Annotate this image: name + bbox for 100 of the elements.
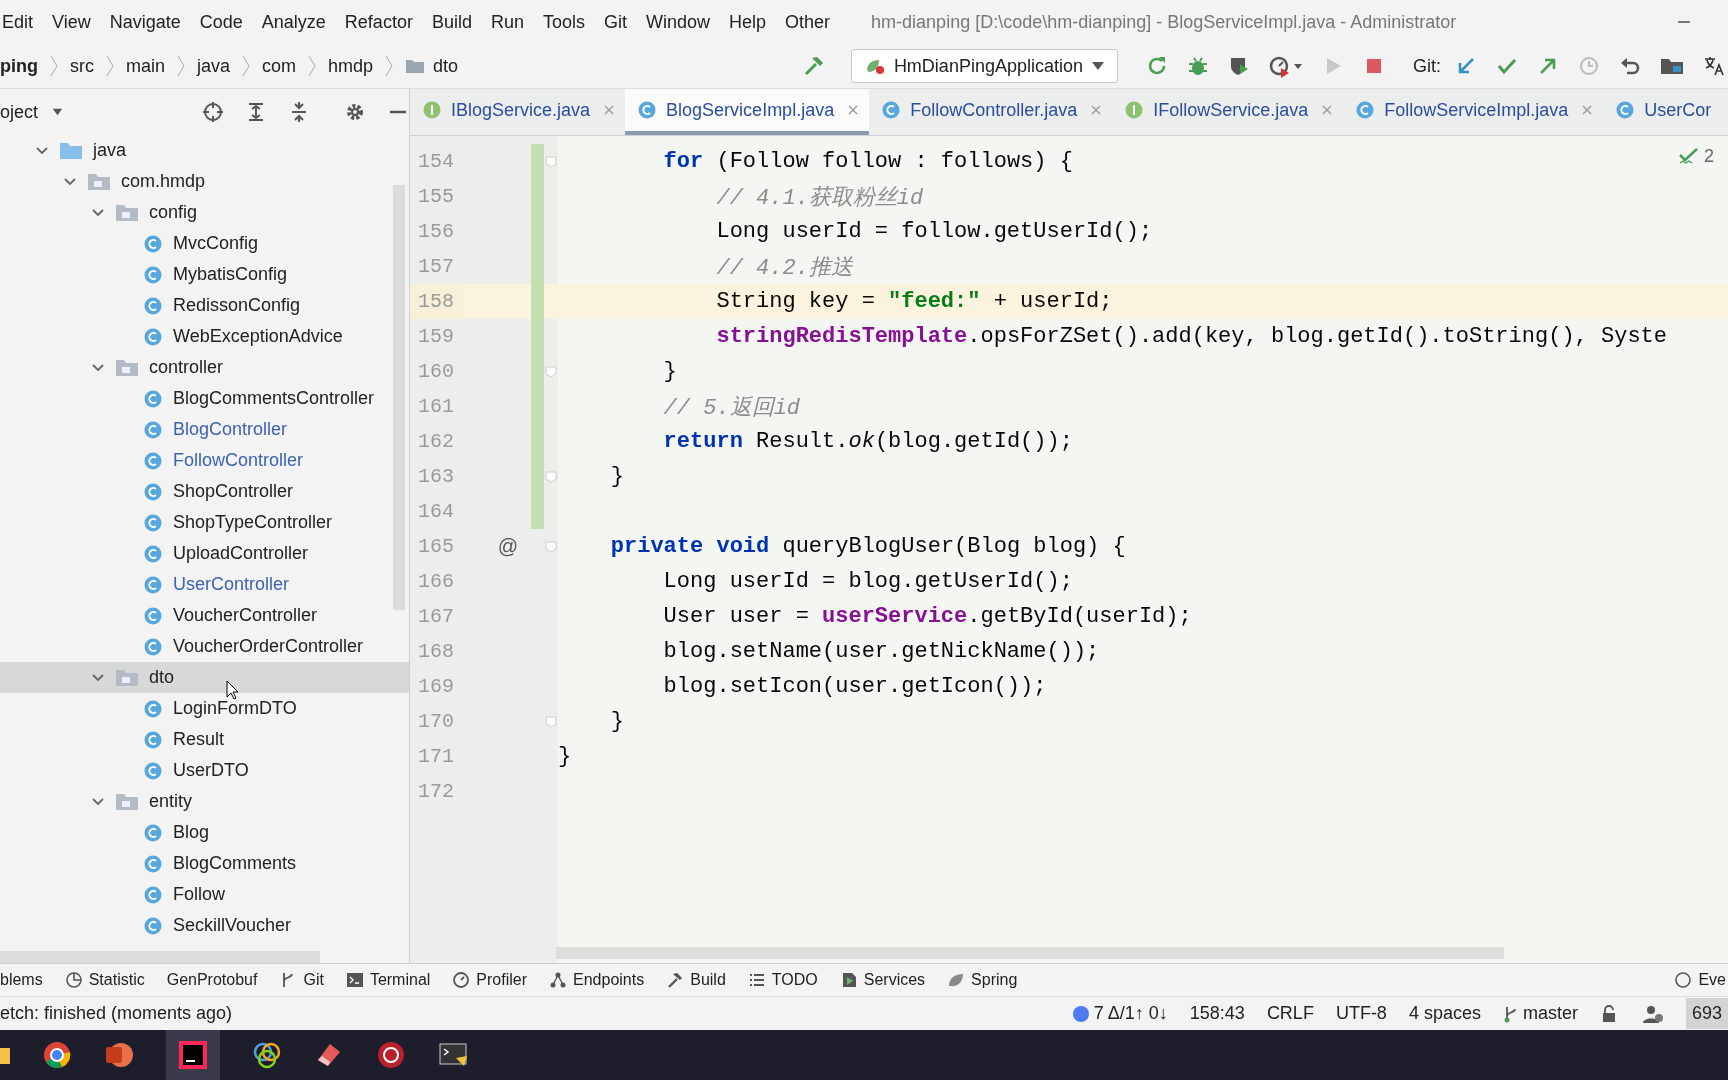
scrollbar[interactable] [556, 947, 1504, 959]
tool-window-button[interactable]: TODO [747, 971, 818, 989]
menu-item[interactable]: View [52, 11, 91, 33]
tree-item[interactable]: dto [0, 662, 409, 693]
close-icon[interactable] [847, 104, 860, 116]
gutter-marker[interactable]: @ [497, 535, 518, 558]
git-branch[interactable]: master [1502, 1003, 1578, 1024]
hammer-icon [666, 971, 685, 989]
editor-tab[interactable]: IBlogService.java [410, 89, 626, 135]
tree-item[interactable]: VoucherController [0, 600, 409, 631]
tree-item[interactable]: MybatisConfig [0, 259, 409, 290]
tree-item[interactable]: java [0, 135, 409, 166]
menu-item[interactable]: Tools [542, 11, 585, 33]
tool-window-button[interactable]: Services [839, 971, 926, 989]
settings-icon[interactable] [344, 101, 366, 123]
tool-window-button[interactable]: Statistic [64, 971, 145, 989]
dropdown-caret-icon[interactable] [52, 107, 63, 117]
rings-app-icon[interactable] [252, 1040, 282, 1070]
tree-item[interactable]: ShopTypeController [0, 507, 409, 538]
gauge-icon[interactable] [1268, 54, 1304, 78]
menu-item[interactable]: Help [729, 11, 767, 33]
breadcrumb[interactable]: java [197, 55, 231, 77]
breadcrumb[interactable]: ping [0, 55, 38, 77]
menu-item[interactable]: Other [785, 11, 831, 33]
menu-item[interactable]: Build [431, 11, 472, 33]
inspection-widget[interactable]: 2 [1678, 146, 1714, 167]
menu-item[interactable]: Git [604, 11, 627, 33]
menu-item[interactable]: Analyze [261, 11, 326, 33]
ide-app-icon[interactable] [178, 1040, 208, 1070]
crosshair-icon[interactable] [202, 101, 224, 123]
tree-item[interactable]: MvcConfig [0, 228, 409, 259]
tree-item[interactable]: LoginFormDTO [0, 693, 409, 724]
tree-item[interactable]: BlogCommentsController [0, 383, 409, 414]
class-icon [143, 264, 163, 285]
breadcrumb[interactable]: main [126, 55, 165, 77]
tool-window-button[interactable]: Profiler [452, 971, 528, 989]
tree-item[interactable]: RedissonConfig [0, 290, 409, 321]
editor-tab[interactable]: IFollowService.java [1112, 89, 1344, 135]
tree-item[interactable]: UserController [0, 569, 409, 600]
close-icon[interactable] [1321, 104, 1334, 116]
change-marker[interactable] [531, 494, 544, 529]
indent-setting[interactable]: 4 spaces [1408, 1003, 1481, 1024]
menu-item[interactable]: Navigate [109, 11, 181, 33]
breadcrumb[interactable]: hmdp [328, 55, 374, 77]
code-line: } [558, 744, 572, 769]
tree-item[interactable]: BlogComments [0, 848, 409, 879]
tree-item[interactable]: Follow [0, 879, 409, 910]
menu-item[interactable]: Code [199, 11, 243, 33]
editor-tab[interactable]: BlogServiceImpl.java [625, 89, 870, 135]
breadcrumb[interactable]: dto [433, 55, 459, 77]
tool-window-button[interactable]: blems [0, 971, 43, 989]
close-icon[interactable] [1090, 104, 1103, 116]
close-icon[interactable] [1581, 104, 1594, 116]
clock-icon[interactable] [1577, 54, 1601, 78]
tool-window-button[interactable]: Endpoints [549, 971, 645, 989]
run-configuration-dropdown[interactable]: HmDianPingApplication [850, 49, 1118, 83]
tool-window-button[interactable]: Build [666, 971, 726, 989]
menu-item[interactable]: Edit [2, 11, 34, 33]
tool-window-button[interactable]: Eve [1674, 971, 1726, 989]
tree-item[interactable]: SeckillVoucher [0, 910, 409, 941]
menu-item[interactable]: Run [490, 11, 524, 33]
tree-item[interactable]: UserDTO [0, 755, 409, 786]
tree-item[interactable]: ShopController [0, 476, 409, 507]
code-line: return Result.ok(blog.getId()); [662, 429, 1073, 454]
breadcrumb[interactable]: com [262, 55, 297, 77]
close-icon[interactable] [603, 104, 616, 116]
tree-item[interactable]: FollowController [0, 445, 409, 476]
browser-icon[interactable] [42, 1040, 72, 1070]
breadcrumb[interactable]: src [70, 55, 94, 77]
caret-position[interactable]: 158:43 [1189, 1003, 1245, 1024]
tree-item[interactable]: WebExceptionAdvice [0, 321, 409, 352]
code-line: String key = "feed:" + userId; [715, 289, 1113, 314]
editor-tab[interactable]: UserCor [1603, 89, 1722, 135]
menu-item[interactable]: Window [646, 11, 711, 33]
panel-title[interactable]: oject [0, 101, 39, 123]
editor-tab[interactable]: FollowController.java [869, 89, 1113, 135]
line-separator[interactable]: CRLF [1266, 1003, 1314, 1024]
tree-item[interactable]: config [0, 197, 409, 228]
chevron-icon [385, 55, 394, 77]
tree-item[interactable]: UploadController [0, 538, 409, 569]
editor-tab[interactable]: FollowServiceImpl.java [1343, 89, 1604, 135]
tree-item[interactable]: Blog [0, 817, 409, 848]
tree-item[interactable]: BlogController [0, 414, 409, 445]
translate-icon[interactable] [1702, 54, 1726, 78]
tree-item[interactable]: com.hmdp [0, 166, 409, 197]
code-line: // 4.1.获取粉丝id [715, 184, 924, 212]
vcs-changes-widget[interactable]: 7 Δ/1↑ 0↓ [1071, 1003, 1168, 1024]
change-marker[interactable] [531, 144, 544, 179]
tool-window-button[interactable]: GenProtobuf [166, 971, 258, 989]
menu-item[interactable]: Refactor [344, 11, 413, 33]
tree-item[interactable]: VoucherOrderController [0, 631, 409, 662]
tool-window-button[interactable]: Git [279, 971, 324, 989]
file-encoding[interactable]: UTF-8 [1335, 1003, 1387, 1024]
tool-window-button[interactable]: Spring [947, 971, 1018, 989]
tool-window-button[interactable]: Terminal [345, 971, 431, 989]
tree-item[interactable]: controller [0, 352, 409, 383]
scrollbar[interactable] [0, 951, 320, 963]
memory-indicator[interactable]: 693 [1685, 998, 1728, 1029]
tree-item[interactable]: entity [0, 786, 409, 817]
tree-item[interactable]: Result [0, 724, 409, 755]
